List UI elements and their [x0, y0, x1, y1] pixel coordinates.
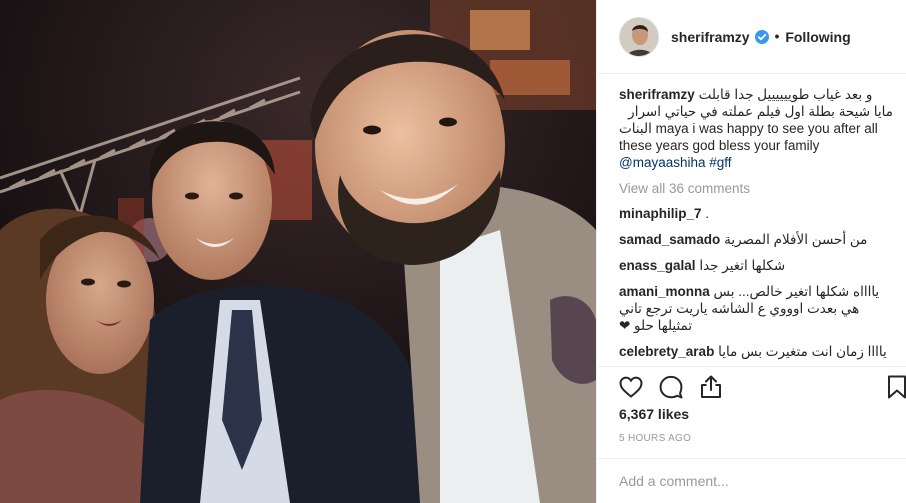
caption-line-5: @mayaashiha #gff — [619, 154, 893, 171]
comment-username[interactable]: enass_galal — [619, 258, 696, 273]
view-all-comments-link[interactable]: View all 36 comments — [619, 181, 893, 196]
comment-text-line-2: هي بعدت اوووي ع الشاشه ياريت ترجع تاني — [619, 301, 860, 316]
comment-username[interactable]: amani_monna — [619, 284, 710, 299]
comment-text: يااااه شكلها اتغير خالص... بس — [713, 284, 880, 299]
comment-item: minaphilip_7 . — [619, 205, 893, 222]
add-comment-input[interactable] — [619, 471, 889, 491]
caption-mention-link[interactable]: @mayaashiha — [619, 155, 706, 170]
caption-username[interactable]: sheriframzy — [619, 87, 695, 102]
following-button[interactable]: Following — [785, 29, 850, 45]
caption-line-2: مايا شيحة بطلة اول فيلم عملته في حياتي ا… — [628, 104, 893, 119]
comment-item: enass_galal شكلها اتغير جدا — [619, 257, 893, 274]
comment-icon[interactable] — [657, 373, 685, 401]
caption-line-1: sheriframzy و بعد غياب طوييييييل جدا قاب… — [619, 86, 893, 103]
comment-text-line-3: تمثيلها حلو ❤ — [619, 318, 693, 333]
comment-username[interactable]: samad_samado — [619, 232, 720, 247]
caption-line-3: البنات maya i was happy to see you after… — [619, 121, 878, 136]
post-photo-image — [0, 0, 596, 503]
post-actions-bar — [597, 366, 906, 406]
comment-item: celebrety_arab ياااا زمان انت متغيرت بس … — [619, 343, 893, 360]
comments-list[interactable]: sheriframzy و بعد غياب طوييييييل جدا قاب… — [597, 75, 906, 365]
comment-username[interactable]: celebrety_arab — [619, 344, 714, 359]
instagram-post-view: sheriframzy • Following sheriframzy و بع… — [0, 0, 906, 503]
post-photo[interactable] — [0, 0, 596, 503]
comment-item: samad_samado من أحسن الأفلام المصرية — [619, 231, 893, 248]
post-author-username[interactable]: sheriframzy — [671, 29, 750, 45]
comment-text: . — [705, 206, 710, 221]
caption-text-1: و بعد غياب طوييييييل جدا قابلت — [698, 87, 873, 102]
caption-hashtag-link[interactable]: #gff — [709, 155, 731, 170]
post-caption: sheriframzy و بعد غياب طوييييييل جدا قاب… — [619, 86, 893, 171]
comment-text: من أحسن الأفلام المصرية — [724, 232, 868, 247]
verified-badge-icon — [754, 29, 769, 44]
avatar[interactable] — [619, 16, 659, 57]
add-comment-bar — [597, 458, 906, 503]
share-icon[interactable] — [697, 373, 725, 401]
header-separator: • — [774, 29, 780, 44]
comment-username[interactable]: minaphilip_7 — [619, 206, 702, 221]
comment-text: ياااا زمان انت متغيرت بس مايا — [718, 344, 887, 359]
comment-item: amani_monna يااااه شكلها اتغير خالص... ب… — [619, 283, 893, 334]
post-header: sheriframzy • Following — [597, 0, 906, 74]
caption-line-4: these years god bless your family — [619, 138, 820, 153]
post-side-panel: sheriframzy • Following sheriframzy و بع… — [596, 0, 906, 503]
heart-icon[interactable] — [617, 373, 645, 401]
comment-text: شكلها اتغير جدا — [699, 258, 786, 273]
avatar-image — [620, 17, 658, 56]
bookmark-icon[interactable] — [883, 373, 906, 401]
post-timestamp: 5 HOURS AGO — [619, 433, 692, 444]
likes-count[interactable]: 6,367 likes — [619, 406, 689, 422]
